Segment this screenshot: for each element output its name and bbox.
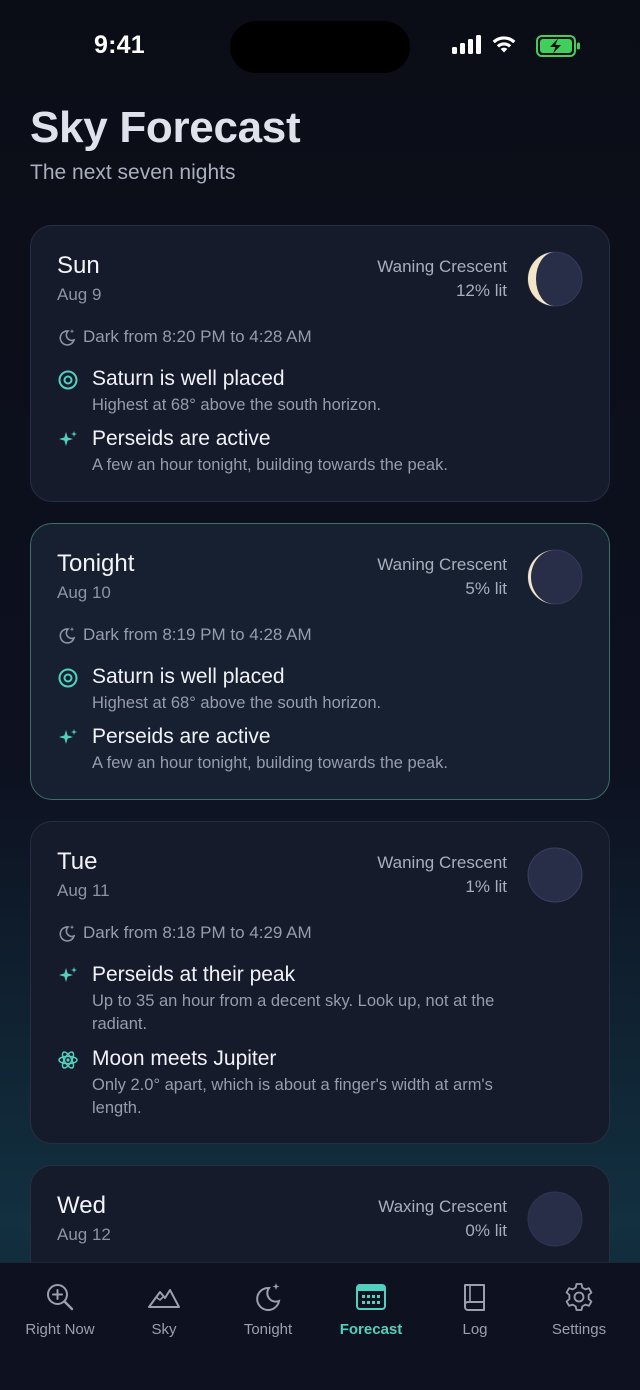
wifi-icon [492, 36, 516, 53]
forecast-card-tonight[interactable]: Tonight Aug 10 Waning Crescent 5% lit Da… [30, 523, 610, 800]
event-item: Perseids at their peak Up to 35 an hour … [57, 963, 583, 1036]
event-item: Moon meets Jupiter Only 2.0° apart, whic… [57, 1047, 583, 1120]
day-name: Wed [57, 1192, 106, 1219]
darkness-text: Dark from 8:19 PM to 4:28 AM [83, 625, 312, 644]
moon-phase-icon [527, 251, 583, 307]
tab-label: Settings [551, 1321, 607, 1338]
day-name: Sun [57, 252, 100, 279]
day-date: Aug 12 [57, 1225, 111, 1244]
tab-log[interactable]: Log [425, 1263, 525, 1343]
sparkle-icon [59, 967, 77, 982]
event-description: A few an hour tonight, building towards … [92, 456, 448, 474]
battery-charging-icon [536, 35, 580, 57]
moon-illumination: 12% lit [455, 281, 507, 300]
sparkle-icon [59, 729, 77, 744]
status-time: 9:41 [94, 31, 145, 59]
day-date: Aug 11 [57, 881, 110, 900]
moon-phase-name: Waning Crescent [377, 257, 507, 276]
page-title: Sky Forecast [30, 103, 301, 152]
event-description: A few an hour tonight, building towards … [92, 754, 448, 772]
moon-phase-icon [527, 847, 583, 903]
day-date: Aug 10 [57, 583, 111, 602]
dynamic-island [230, 21, 410, 73]
moon-phase-icon [527, 549, 583, 605]
moon-phase-name: Waning Crescent [377, 555, 507, 574]
day-name: Tue [57, 848, 98, 875]
day-name: Tonight [57, 550, 135, 577]
darkness-text: Dark from 8:20 PM to 4:28 AM [83, 327, 312, 346]
status-icons [452, 34, 517, 54]
moon-illumination: 0% lit [465, 1221, 507, 1240]
moon-phase-name: Waxing Crescent [378, 1197, 507, 1216]
cellular-signal-icon [452, 34, 481, 54]
tab-label: Tonight [243, 1321, 293, 1338]
event-title: Saturn is well placed [92, 367, 285, 390]
event-description: Only 2.0° apart, which is about a finger… [92, 1076, 493, 1117]
tab-label: Forecast [339, 1321, 403, 1338]
target-icon [58, 370, 78, 390]
event-description: Highest at 68° above the south horizon. [92, 396, 382, 414]
tab-label: Sky [151, 1321, 177, 1338]
moon-stars-icon [59, 925, 76, 942]
moon-illumination: 1% lit [465, 877, 507, 896]
moon-illumination: 5% lit [465, 579, 507, 598]
event-title: Saturn is well placed [92, 665, 285, 688]
book-icon [464, 1284, 485, 1311]
atom-icon [58, 1051, 78, 1069]
darkness-window: Dark from 8:18 PM to 4:29 AM [57, 923, 312, 943]
forecast-card-tue[interactable]: Tue Aug 11 Waning Crescent 1% lit Dark f… [30, 821, 610, 1144]
status-bar: 9:41 [0, 0, 640, 90]
forecast-card-sun[interactable]: Sun Aug 9 Waning Crescent 12% lit Dark f… [30, 225, 610, 502]
moon-stars-icon [59, 329, 76, 346]
event-title: Perseids at their peak [92, 963, 296, 986]
tab-settings[interactable]: Settings [529, 1263, 629, 1343]
darkness-text: Dark from 8:18 PM to 4:29 AM [83, 923, 312, 942]
event-description: Up to 35 an hour from a decent sky. Look… [92, 992, 495, 1033]
tab-right-now[interactable]: Right Now [10, 1263, 110, 1343]
event-title: Moon meets Jupiter [92, 1047, 277, 1070]
tab-tonight[interactable]: Tonight [218, 1263, 318, 1343]
day-date: Aug 9 [57, 285, 102, 304]
event-title: Perseids are active [92, 725, 271, 748]
gear-icon [565, 1283, 593, 1311]
moon-stars-icon [256, 1283, 281, 1311]
mountains-icon [148, 1289, 180, 1308]
darkness-window: Dark from 8:19 PM to 4:28 AM [57, 625, 312, 645]
page-subtitle: The next seven nights [30, 161, 236, 184]
event-item: Saturn is well placed Highest at 68° abo… [57, 367, 583, 417]
magnifier-plus-icon [47, 1284, 74, 1311]
tab-label: Log [462, 1321, 488, 1338]
event-item: Saturn is well placed Highest at 68° abo… [57, 665, 583, 715]
tab-label: Right Now [25, 1321, 95, 1338]
event-title: Perseids are active [92, 427, 271, 450]
tab-forecast[interactable]: Forecast [321, 1263, 421, 1343]
event-description: Highest at 68° above the south horizon. [92, 694, 382, 712]
calendar-icon [356, 1284, 386, 1310]
target-icon [58, 668, 78, 688]
darkness-window: Dark from 8:20 PM to 4:28 AM [57, 327, 312, 347]
tab-bar: Right Now Sky Tonight Forecast Log Setti… [0, 1262, 640, 1390]
moon-stars-icon [59, 627, 76, 644]
moon-phase-name: Waning Crescent [377, 853, 507, 872]
event-item: Perseids are active A few an hour tonigh… [57, 427, 583, 477]
event-item: Perseids are active A few an hour tonigh… [57, 725, 583, 775]
moon-phase-icon [527, 1191, 583, 1247]
sparkle-icon [59, 431, 77, 446]
tab-sky[interactable]: Sky [114, 1263, 214, 1343]
